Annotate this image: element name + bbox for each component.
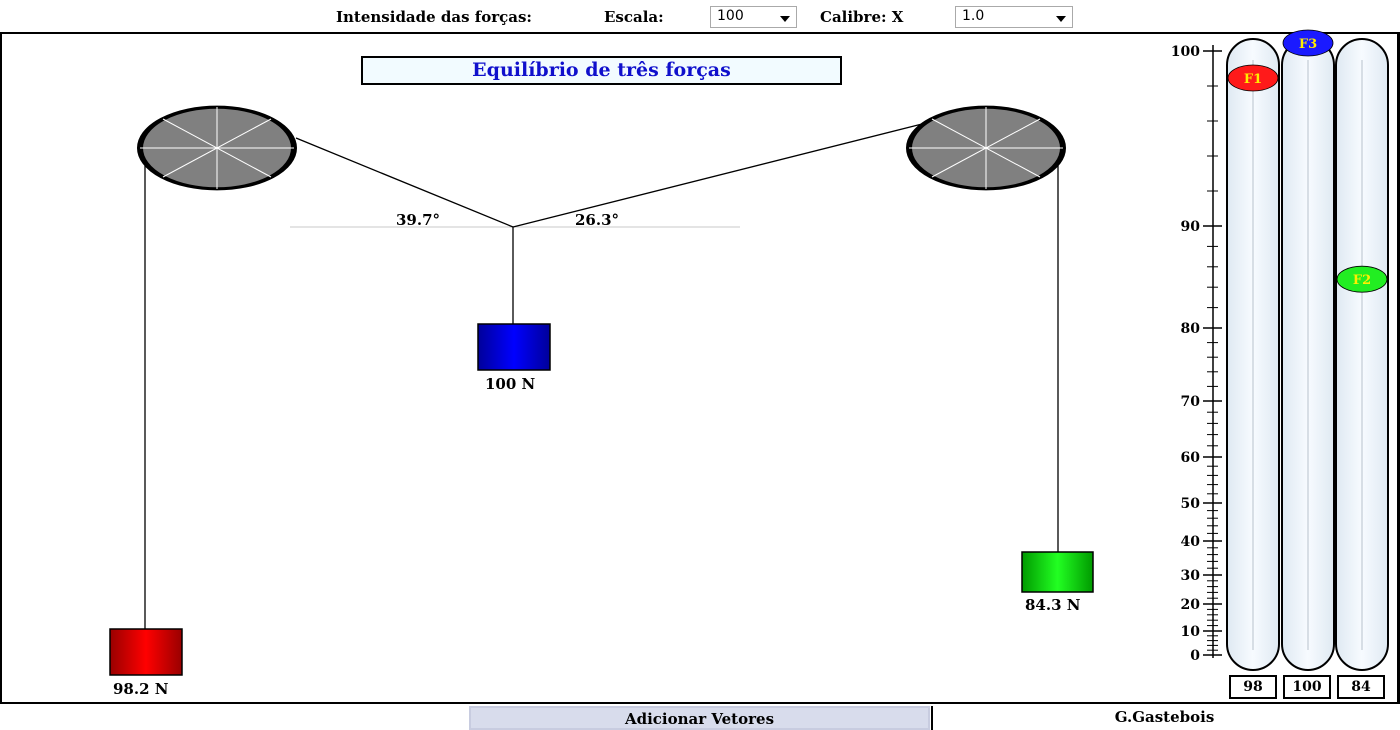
gauge-tick-label: 90 bbox=[1181, 219, 1201, 235]
gauge-tick-label: 100 bbox=[1171, 44, 1200, 60]
gauge-tick-label: 10 bbox=[1181, 624, 1201, 640]
gauge-readout-f2: 84 bbox=[1337, 675, 1385, 699]
gauge-readout-f3: 100 bbox=[1283, 675, 1331, 699]
gauge-readout-f1: 98 bbox=[1229, 675, 1277, 699]
weight-left[interactable] bbox=[109, 628, 183, 676]
footer-bar: Adicionar Vetores G.Gastebois bbox=[0, 702, 1400, 730]
weight-right-label: 84.3 N bbox=[1025, 596, 1081, 614]
svg-text:F2: F2 bbox=[1353, 273, 1371, 288]
app-window: Intensidade das forças: Escala: 100 Cali… bbox=[0, 0, 1400, 730]
marker-f3[interactable]: F3 bbox=[1282, 29, 1334, 57]
marker-f1[interactable]: F1 bbox=[1227, 64, 1279, 92]
page-title: Equilíbrio de três forças bbox=[361, 56, 842, 85]
gauge-tick-label: 70 bbox=[1181, 394, 1201, 410]
author-button[interactable]: G.Gastebois bbox=[931, 706, 1396, 730]
simulation-canvas: 1009080706050403020100 F1 F3 F2 bbox=[109, 29, 1389, 676]
svg-text:F3: F3 bbox=[1299, 37, 1317, 52]
weight-left-label: 98.2 N bbox=[113, 680, 169, 698]
add-vectors-button[interactable]: Adicionar Vetores bbox=[469, 706, 930, 730]
gauge-tick-label: 40 bbox=[1181, 534, 1201, 550]
marker-f2[interactable]: F2 bbox=[1336, 265, 1388, 293]
pulley-left bbox=[137, 105, 297, 191]
gauge-tick-label: 20 bbox=[1181, 597, 1201, 613]
gauge-tick-label: 80 bbox=[1181, 321, 1201, 337]
pulley-right bbox=[906, 105, 1066, 191]
weight-center-label: 100 N bbox=[485, 375, 536, 393]
gauge-tick-label: 0 bbox=[1190, 648, 1200, 664]
svg-text:F1: F1 bbox=[1244, 72, 1262, 87]
angle-right-label: 26.3° bbox=[575, 211, 620, 229]
force-gauge: 1009080706050403020100 F1 F3 F2 bbox=[1171, 29, 1389, 671]
angle-left-label: 39.7° bbox=[396, 211, 441, 229]
gauge-tick-label: 60 bbox=[1181, 450, 1201, 466]
weight-right[interactable] bbox=[1021, 551, 1094, 593]
gauge-tick-label: 50 bbox=[1181, 496, 1201, 512]
weight-center[interactable] bbox=[477, 323, 551, 371]
gauge-tick-label: 30 bbox=[1181, 568, 1201, 584]
